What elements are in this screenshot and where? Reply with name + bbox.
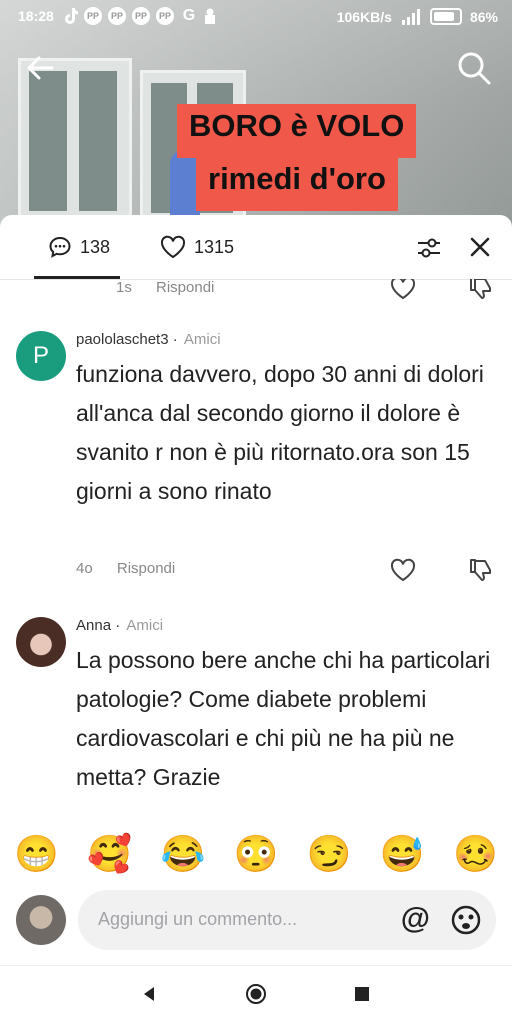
comment-text: La possono bere anche chi ha particolari… <box>76 647 491 790</box>
app-notification-icon: PP <box>132 7 150 25</box>
comments-count: 138 <box>80 236 111 257</box>
avatar[interactable] <box>16 895 66 945</box>
video-overlay-line2: rimedi d'oro <box>196 157 398 211</box>
tiktok-icon <box>65 8 78 24</box>
previous-comment-meta: 1s Rispondi <box>116 279 214 296</box>
nav-recents-icon[interactable] <box>354 986 370 1002</box>
comment-time: 4o <box>76 560 93 577</box>
battery-percent: 86% <box>469 8 498 25</box>
comment-placeholder: Aggiungi un commento... <box>98 909 298 929</box>
emoji-grin[interactable]: 😁 <box>14 829 59 879</box>
heart-icon[interactable] <box>390 279 416 301</box>
tab-comments[interactable]: 138 <box>48 235 110 259</box>
close-icon[interactable] <box>468 235 492 259</box>
signal-icon <box>401 8 420 25</box>
system-nav-bar <box>0 967 512 1024</box>
comments-tabs: 138 1315 <box>0 215 512 280</box>
battery-icon <box>429 8 462 25</box>
network-speed: 106KB/s <box>336 8 392 25</box>
emoji-picker-icon[interactable] <box>450 904 482 936</box>
comment-username[interactable]: Anna · Amici <box>76 617 163 634</box>
reply-button[interactable]: Rispondi <box>156 279 214 296</box>
heart-icon[interactable] <box>390 557 416 583</box>
likes-count: 1315 <box>194 236 235 257</box>
comments-sheet: 138 1315 1s Rispondi P paololaschet3 · A… <box>0 215 512 1024</box>
heart-icon <box>160 235 186 259</box>
avatar[interactable]: P <box>16 331 66 381</box>
status-bar: 18:28 PP PP PP PP G 106KB/s 86% <box>0 0 512 32</box>
notification-icons: PP PP PP PP G <box>64 7 216 25</box>
emoji-flushed[interactable]: 😳 <box>234 829 279 879</box>
search-icon[interactable] <box>456 50 492 86</box>
emoji-quick-bar: 😁 🥰 😂 😳 😏 😅 🥴 <box>0 829 512 879</box>
emoji-love[interactable]: 🥰 <box>87 829 132 879</box>
comment-bubble-icon <box>49 236 71 258</box>
comment-input[interactable]: Aggiungi un commento... @ <box>78 890 496 950</box>
mention-at-icon[interactable]: @ <box>401 902 430 936</box>
friend-badge: Amici <box>126 617 164 634</box>
app-notification-icon: PP <box>108 7 126 25</box>
lock-icon <box>205 8 215 24</box>
filter-sliders-icon[interactable] <box>416 237 442 259</box>
thumbs-down-icon[interactable] <box>468 557 494 583</box>
emoji-sweat-smile[interactable]: 😅 <box>380 829 425 879</box>
avatar-letter: P <box>32 342 49 369</box>
avatar[interactable] <box>16 617 66 667</box>
emoji-laugh[interactable]: 😂 <box>160 829 205 879</box>
nav-back-icon[interactable] <box>140 985 158 1003</box>
video-overlay-line1: BORO è VOLO <box>177 104 417 158</box>
comment-meta: 4o Rispondi <box>76 560 175 577</box>
status-right: 106KB/s 86% <box>337 8 498 25</box>
tab-likes[interactable]: 1315 <box>160 235 234 259</box>
app-notification-icon: PP <box>84 7 102 25</box>
comment-input-area: Aggiungi un commento... @ <box>0 885 512 966</box>
friend-badge: Amici <box>183 331 221 348</box>
comment-text: funziona davvero, dopo 30 anni di dolori… <box>76 361 484 504</box>
status-time: 18:28 <box>18 8 54 24</box>
emoji-woozy[interactable]: 🥴 <box>453 829 498 879</box>
reply-button[interactable]: Rispondi <box>117 560 175 577</box>
comment-time: 1s <box>116 279 132 296</box>
comments-list[interactable]: 1s Rispondi P paololaschet3 · Amici funz… <box>0 279 512 811</box>
google-icon: G <box>182 7 196 24</box>
app-notification-icon: PP <box>156 7 174 25</box>
video-background: BORO è VOLO rimedi d'oro <box>0 0 512 235</box>
back-arrow-icon[interactable] <box>24 52 60 88</box>
comment-username[interactable]: paololaschet3 · Amici <box>76 331 221 348</box>
nav-home-icon[interactable] <box>245 983 267 1005</box>
thumbs-down-icon[interactable] <box>468 279 494 301</box>
emoji-smirk[interactable]: 😏 <box>307 829 352 879</box>
